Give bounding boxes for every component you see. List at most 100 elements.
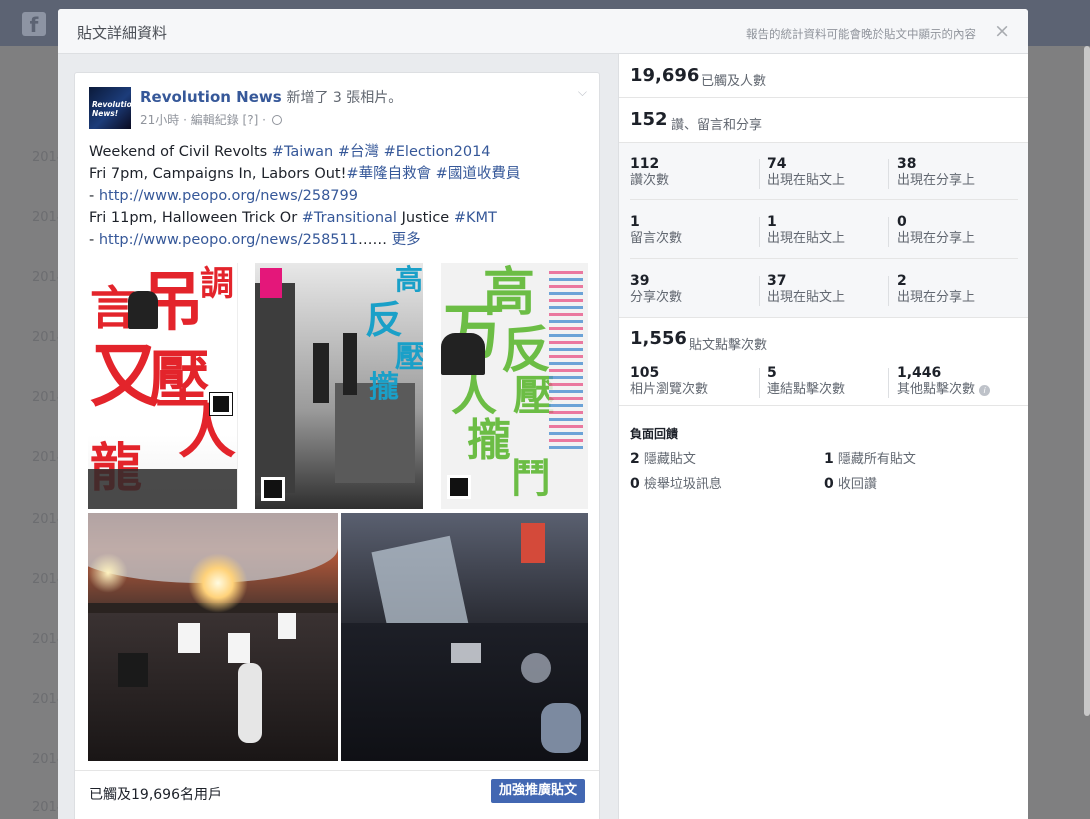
shares-on-post-value: 37	[767, 273, 787, 289]
message-text: -	[89, 188, 99, 204]
report-spam-label: 檢舉垃圾訊息	[643, 477, 722, 492]
comments-on-post: 1 出現在貼文上	[767, 214, 897, 248]
divider	[759, 276, 760, 306]
post-card: Revolution News! Revolution News 新增了 3 張…	[74, 72, 600, 819]
unlike-label: 收回讚	[837, 477, 877, 492]
hide-all-posts-value: 1	[824, 451, 834, 467]
shares-total-value: 39	[630, 273, 650, 289]
clicks-value: 1,556	[630, 328, 687, 349]
hide-post-value: 2	[630, 451, 640, 467]
divider	[759, 159, 760, 189]
unlike-stat: 0 收回讚	[824, 473, 877, 492]
photo-1[interactable]: 言 吊 調 又 壓 人 龍	[88, 263, 238, 509]
boost-post-button[interactable]: 加強推廣貼文	[490, 779, 585, 803]
negative-feedback-title: 負面回饋	[630, 427, 679, 441]
clicks-label: 貼文點擊次數	[689, 338, 768, 353]
reach-stat: 19,696 已觸及人數	[619, 54, 1028, 98]
report-spam-stat: 0 檢舉垃圾訊息	[630, 473, 722, 492]
post-meta-text[interactable]: 21小時 · 編輯紀錄 [?] ·	[140, 113, 266, 127]
author-name-link[interactable]: Revolution News	[140, 88, 282, 106]
shares-on-post: 37 出現在貼文上	[767, 273, 897, 307]
post-footer: 已觸及19,696名用戶 加強推廣貼文	[75, 770, 599, 814]
other-clicks-label-text: 其他點擊次數	[897, 382, 976, 397]
close-icon[interactable]: ×	[994, 20, 1010, 42]
hide-all-posts-stat: 1 隱藏所有貼文	[824, 448, 916, 467]
hide-post-label: 隱藏貼文	[643, 452, 696, 467]
post-details-dialog: 貼文詳細資料 報告的統計資料可能會晚於貼文中顯示的內容 × Revolution…	[58, 9, 1028, 819]
photo-2[interactable]: 高 反 壓 攏	[255, 263, 423, 509]
other-clicks-label: 其他點擊次數 i	[897, 381, 1027, 399]
page-avatar[interactable]: Revolution News!	[89, 87, 131, 129]
comments-on-shares: 0 出現在分享上	[897, 214, 1027, 248]
shares-on-post-label: 出現在貼文上	[767, 290, 846, 305]
info-icon[interactable]: i	[979, 385, 991, 396]
hashtag-link[interactable]: #Taiwan #台灣 #Election2014	[272, 144, 491, 160]
likes-on-post-label: 出現在貼文上	[767, 173, 846, 188]
dialog-note: 報告的統計資料可能會晚於貼文中顯示的內容	[746, 27, 976, 41]
hide-all-posts-label: 隱藏所有貼文	[837, 452, 916, 467]
post-action-text: 新增了 3 張相片。	[286, 90, 403, 106]
shares-on-shares: 2 出現在分享上	[897, 273, 1027, 307]
photo-views-value: 105	[630, 365, 660, 381]
likes-on-post: 74 出現在貼文上	[767, 156, 897, 190]
photo-3[interactable]: 高 万 反 人 壓 攏 鬥	[441, 263, 588, 509]
likes-on-post-value: 74	[767, 156, 787, 172]
comments-total-value: 1	[630, 214, 640, 230]
dialog-header: 貼文詳細資料 報告的統計資料可能會晚於貼文中顯示的內容 ×	[58, 9, 1028, 54]
comments-on-post-label: 出現在貼文上	[767, 231, 846, 246]
photo-views: 105 相片瀏覽次數	[630, 365, 760, 399]
shares-on-shares-value: 2	[897, 273, 907, 289]
page-scrollbar[interactable]	[1084, 46, 1090, 716]
url-link[interactable]: http://www.peopo.org/news/258511	[99, 232, 358, 248]
stats-panel: 19,696 已觸及人數 152 讚、留言和分享 112 讚次數 74 出現在貼…	[618, 54, 1028, 819]
likes-on-shares-label: 出現在分享上	[897, 173, 976, 188]
globe-icon[interactable]	[271, 115, 282, 125]
shares-on-shares-label: 出現在分享上	[897, 290, 976, 305]
comments-on-post-value: 1	[767, 214, 777, 230]
likes-on-shares-value: 38	[897, 156, 917, 172]
photo-4[interactable]	[88, 513, 338, 761]
reach-label: 已觸及人數	[701, 74, 767, 89]
likes-on-shares: 38 出現在分享上	[897, 156, 1027, 190]
shares-total-label: 分享次數	[630, 290, 683, 305]
likes-total-label: 讚次數	[630, 173, 670, 188]
engagement-stat: 152 讚、留言和分享	[619, 98, 1028, 143]
unlike-value: 0	[824, 476, 834, 492]
other-clicks-value: 1,446	[897, 365, 942, 381]
divider	[888, 276, 889, 306]
message-text: Fri 7pm, Campaigns In, Labors Out!	[89, 166, 347, 182]
reach-value: 19,696	[630, 65, 700, 86]
url-link[interactable]: http://www.peopo.org/news/258799	[99, 188, 358, 204]
chevron-down-icon[interactable]: ⌵	[578, 85, 587, 100]
other-clicks: 1,446 其他點擊次數 i	[897, 365, 1027, 399]
engagement-value: 152	[630, 109, 668, 130]
facebook-logo-icon: f	[22, 12, 46, 37]
post-author-line: Revolution News 新增了 3 張相片。	[140, 87, 402, 107]
message-text: ……	[357, 232, 392, 248]
message-text: Weekend of Civil Revolts	[89, 144, 272, 160]
divider	[630, 199, 1018, 200]
hashtag-link[interactable]: #華隆自救會 #國道收費員	[346, 166, 520, 182]
likes-total-value: 112	[630, 156, 660, 172]
report-spam-value: 0	[630, 476, 640, 492]
divider	[888, 368, 889, 398]
comments-on-shares-label: 出現在分享上	[897, 231, 976, 246]
shares-total: 39 分享次數	[630, 273, 760, 307]
divider	[759, 217, 760, 247]
photo-5[interactable]	[341, 513, 588, 761]
photo-views-label: 相片瀏覽次數	[630, 382, 709, 397]
comments-total: 1 留言次數	[630, 214, 760, 248]
hashtag-link[interactable]: #Transitional	[302, 210, 397, 226]
hashtag-link[interactable]: #KMT	[454, 210, 497, 226]
message-text: Fri 11pm, Halloween Trick Or	[89, 210, 302, 226]
photo-grid: 言 吊 調 又 壓 人 龍 高 反 壓 攏	[88, 263, 588, 761]
engagement-label: 讚、留言和分享	[671, 118, 763, 133]
reach-summary: 已觸及19,696名用戶	[89, 787, 222, 803]
post-meta: 21小時 · 編輯紀錄 [?] ·	[140, 111, 282, 128]
dialog-title: 貼文詳細資料	[77, 24, 168, 42]
clicks-stat: 1,556 貼文點擊次數 105 相片瀏覽次數 5 連結點擊次數 1,446 其…	[619, 318, 1028, 406]
message-text: -	[89, 232, 99, 248]
see-more-link[interactable]: 更多	[392, 232, 421, 248]
message-text: Justice	[396, 210, 454, 226]
link-clicks: 5 連結點擊次數	[767, 365, 897, 399]
